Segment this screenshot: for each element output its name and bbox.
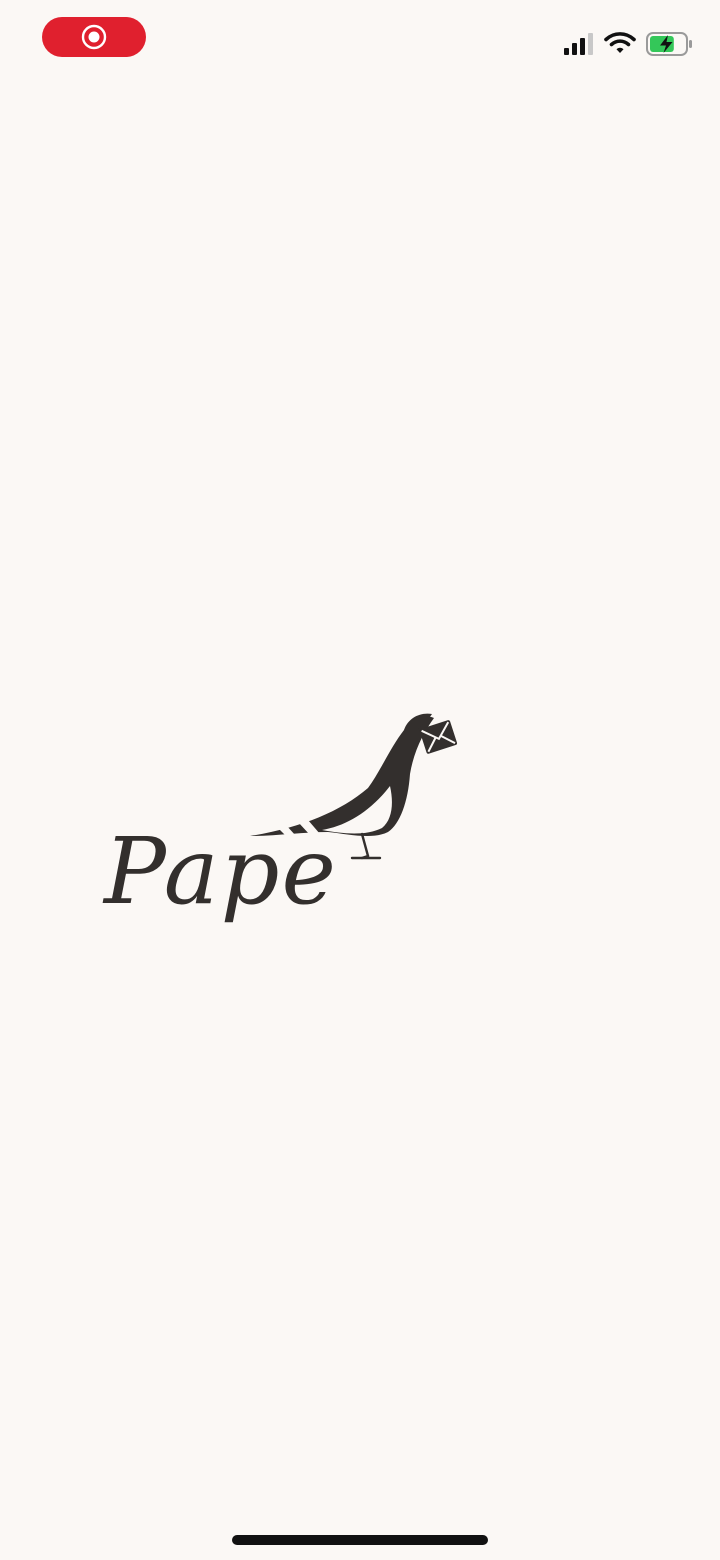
screen-record-icon — [81, 24, 107, 50]
wifi-icon — [604, 32, 636, 53]
app-logo: Pape — [100, 708, 470, 958]
logo-wordmark: Pape — [104, 818, 338, 925]
splash-screen: Pape — [0, 0, 720, 1560]
battery-charging-icon — [646, 32, 692, 56]
signal-icon — [564, 33, 593, 55]
home-indicator[interactable] — [232, 1535, 488, 1545]
screen-record-indicator[interactable] — [42, 17, 146, 57]
status-bar — [0, 0, 720, 80]
